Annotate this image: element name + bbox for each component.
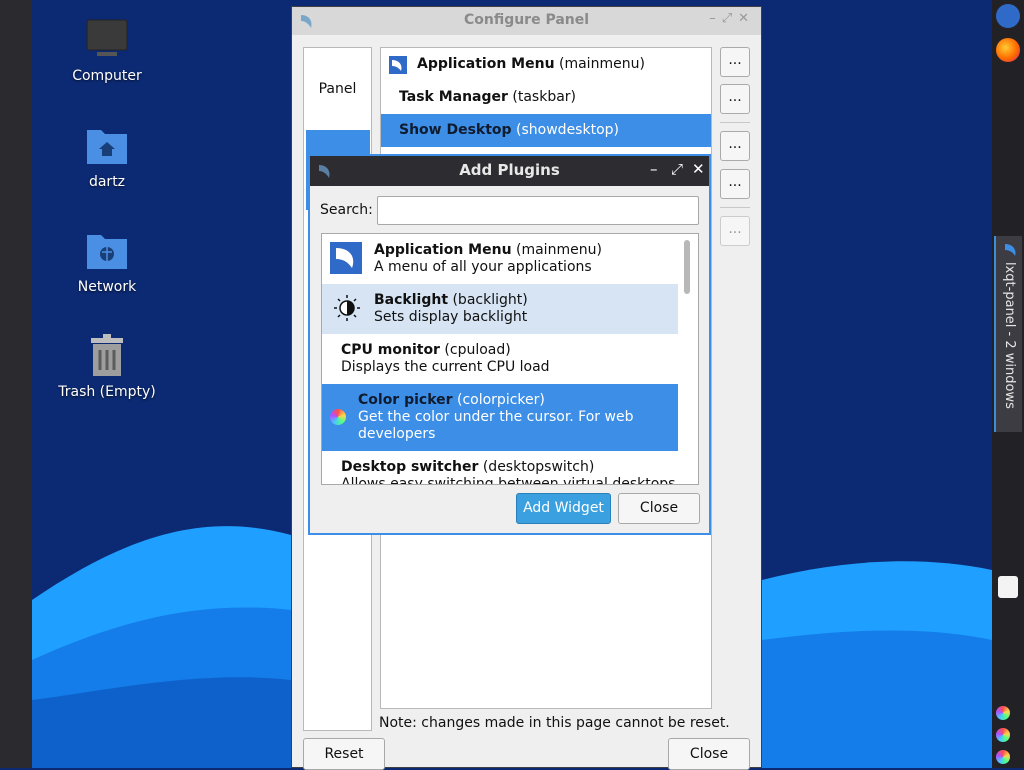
plugin-id: (cpuload) [444,342,511,358]
window-title: Configure Panel [463,12,590,28]
close-icon[interactable]: ✕ [692,160,705,178]
computer-icon [83,16,131,64]
close-dialog-button[interactable]: Close [618,493,700,524]
widget-name: Application Menu [417,56,555,72]
color-picker-tray-icon[interactable] [996,750,1010,764]
configure-panel-titlebar[interactable]: Configure Panel –⤢✕ [292,7,761,35]
plugin-id: (desktopswitch) [482,459,595,475]
trash-icon [83,332,131,380]
network-folder-icon [83,227,131,275]
move-up-button[interactable]: ... [720,131,750,161]
desktop-icon-computer[interactable]: Computer [52,16,162,84]
add-plugins-dialog: Add Plugins – ⤢ ✕ Search: Application Me… [308,154,711,535]
home-folder-icon [83,122,131,170]
plugin-description: Displays the current CPU load [341,359,550,375]
widget-name: Show Desktop [399,122,512,138]
application-menu-icon [330,242,362,274]
separator [720,122,750,123]
list-item-colorpicker[interactable]: Color picker (colorpicker) Get the color… [322,384,678,451]
list-item-backlight[interactable]: Backlight (backlight) Sets display backl… [322,284,678,334]
add-plugins-titlebar[interactable]: Add Plugins – ⤢ ✕ [310,156,709,186]
search-label: Search: [320,202,373,218]
widget-id: (showdesktop) [516,122,619,138]
widget-id: (mainmenu) [559,56,645,72]
plugin-description: Allows easy switching between virtual de… [341,476,676,485]
widget-name: Task Manager [399,89,508,105]
widget-id: (taskbar) [512,89,577,105]
color-picker-icon [330,409,346,425]
desktop-icon-home[interactable]: dartz [52,122,162,190]
plugin-name: Color picker [358,392,453,408]
desktop-icon-label: dartz [88,174,126,190]
plugin-description-line2: developers [358,426,436,442]
desktop-icon-network[interactable]: Network [52,227,162,295]
color-picker-tray-icon[interactable] [996,706,1010,720]
maximize-icon[interactable]: ⤢ [671,160,683,178]
desktop-icon-label: Computer [72,68,142,84]
desktop-icon-label: Network [77,279,137,295]
application-menu-icon [389,56,407,74]
configure-widget-button[interactable]: ... [720,216,750,246]
desktop-icon-trash[interactable]: Trash (Empty) [52,332,162,400]
desktop-icon-label: Trash (Empty) [58,384,156,400]
plugin-list[interactable]: Application Menu (mainmenu) A menu of al… [321,233,699,485]
clipboard-icon[interactable] [998,576,1018,598]
plugin-name: CPU monitor [341,342,440,358]
plugin-id: (backlight) [452,292,528,308]
lxqt-small-icon [1005,244,1016,256]
reset-button[interactable]: Reset [303,738,385,770]
minimize-icon[interactable]: – [650,160,658,178]
widget-row-taskbar[interactable]: Task Manager (taskbar) [381,81,711,114]
plugin-id: (mainmenu) [516,242,602,258]
lxqt-logo-icon[interactable] [996,4,1020,28]
reset-note: Note: changes made in this page cannot b… [379,715,730,731]
plugin-description: A menu of all your applications [374,259,592,275]
plugin-description: Sets display backlight [374,309,528,325]
list-item-desktopswitch[interactable]: Desktop switcher (desktopswitch) Allows … [322,451,678,485]
plugin-name: Desktop switcher [341,459,479,475]
plugin-name: Backlight [374,292,449,308]
taskbar-button-label: lxqt-panel - 2 windows [1002,262,1017,409]
color-picker-tray-icon[interactable] [996,728,1010,742]
plugin-name: Application Menu [374,242,512,258]
widget-row-mainmenu[interactable]: Application Menu (mainmenu) [381,48,711,81]
remove-widget-button[interactable]: ... [720,84,750,114]
add-widget-button[interactable]: ... [720,47,750,77]
move-down-button[interactable]: ... [720,169,750,199]
scrollbar-thumb[interactable] [684,240,690,294]
sidebar-item-label: Panel [318,81,357,97]
search-input[interactable] [377,196,699,225]
list-item-cpuload[interactable]: CPU monitor (cpuload) Displays the curre… [322,334,678,384]
sidebar-item-panel[interactable]: Panel [304,48,371,130]
plugin-id: (colorpicker) [457,392,545,408]
plugin-description: Get the color under the cursor. For web [358,409,634,425]
close-button[interactable]: Close [668,738,750,770]
list-item-mainmenu[interactable]: Application Menu (mainmenu) A menu of al… [322,234,678,284]
brightness-icon [334,295,360,321]
window-controls[interactable]: –⤢✕ [709,11,755,26]
firefox-icon[interactable] [996,38,1020,62]
add-widget-button[interactable]: Add Widget [516,493,611,524]
separator [720,207,750,208]
widget-row-showdesktop[interactable]: Show Desktop (showdesktop) [381,114,711,147]
